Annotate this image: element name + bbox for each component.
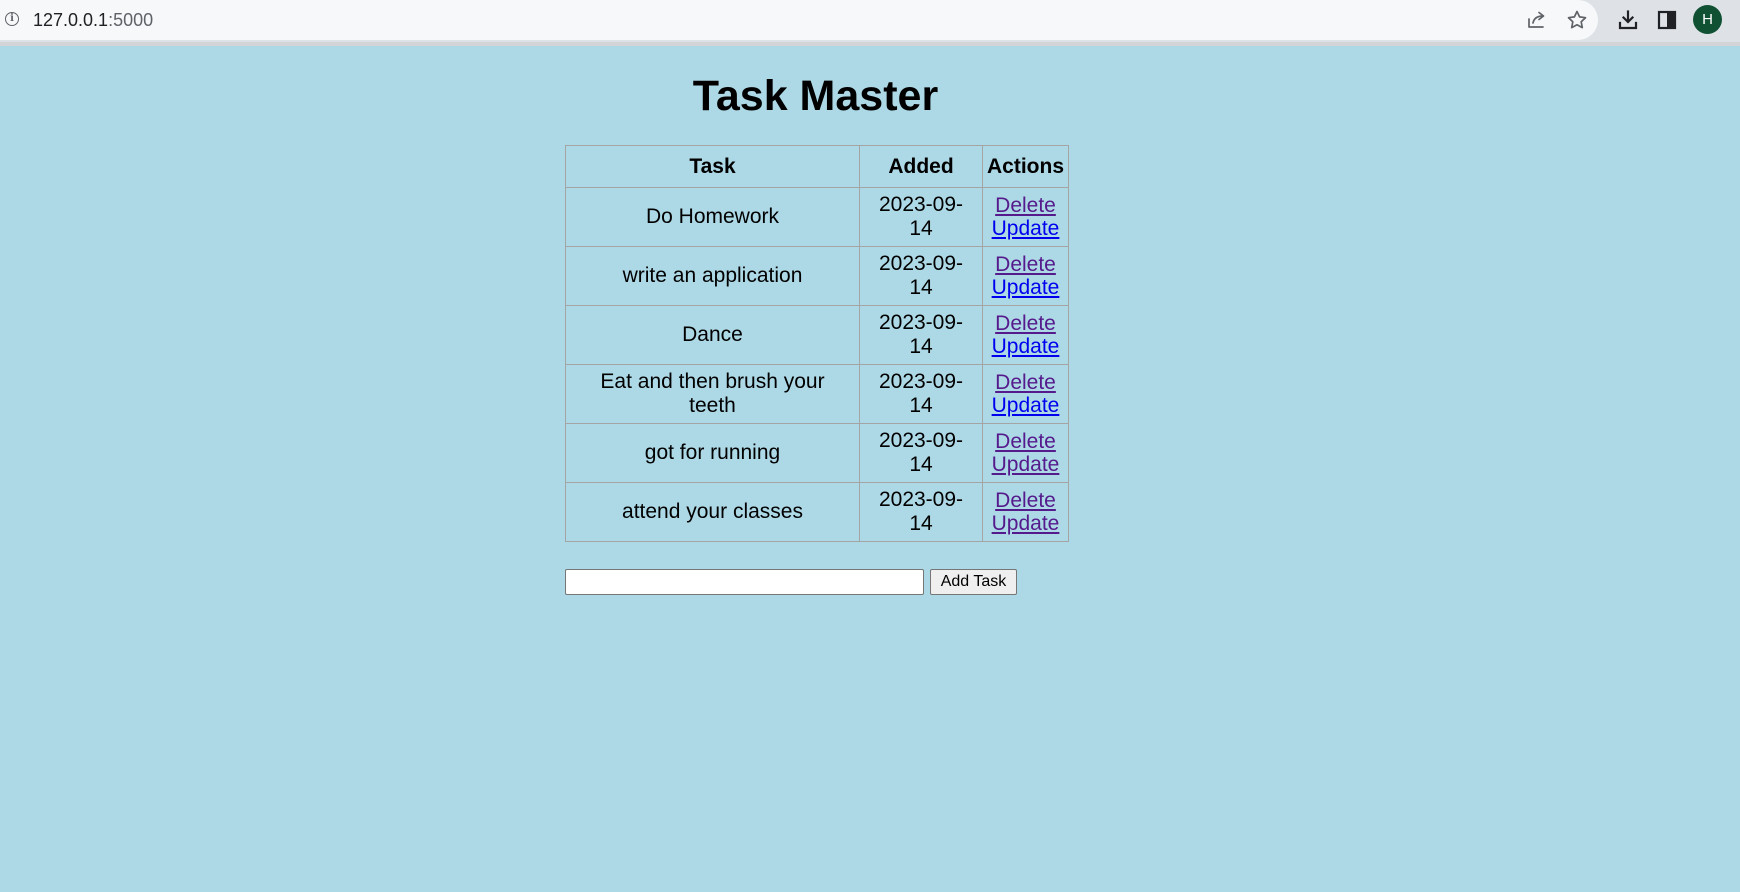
column-header-task: Task [565, 145, 860, 188]
delete-link[interactable]: Delete [987, 312, 1064, 335]
task-content: got for running [565, 423, 860, 483]
share-icon[interactable] [1525, 8, 1549, 32]
table-header-row: Task Added Actions [565, 145, 1070, 188]
task-actions: Delete Update [981, 364, 1070, 424]
toolbar-divider [0, 42, 1740, 46]
task-date-added: 2023-09-14 [859, 482, 983, 542]
profile-avatar[interactable]: H [1693, 5, 1722, 34]
task-actions: Delete Update [981, 305, 1070, 365]
task-date-added: 2023-09-14 [859, 364, 983, 424]
task-date-added: 2023-09-14 [859, 187, 983, 247]
site-info-icon[interactable]: i [5, 12, 19, 26]
task-date-added: 2023-09-14 [859, 305, 983, 365]
address-bar[interactable]: i 127.0.0.1:5000 [0, 0, 1598, 40]
task-actions: Delete Update [981, 187, 1070, 247]
task-content: Eat and then brush your teeth [565, 364, 860, 424]
task-date-added: 2023-09-14 [859, 423, 983, 483]
table-row: Eat and then brush your teeth 2023-09-14… [565, 364, 1070, 424]
column-header-added: Added [859, 145, 983, 188]
update-link[interactable]: Update [987, 394, 1064, 417]
update-link[interactable]: Update [987, 217, 1064, 240]
task-content: Dance [565, 305, 860, 365]
url-port: :5000 [108, 10, 154, 30]
update-link[interactable]: Update [987, 335, 1064, 358]
table-row: attend your classes 2023-09-14 Delete Up… [565, 482, 1070, 542]
url-text[interactable]: 127.0.0.1:5000 [33, 10, 153, 30]
delete-link[interactable]: Delete [987, 194, 1064, 217]
update-link[interactable]: Update [987, 276, 1064, 299]
update-link[interactable]: Update [987, 453, 1064, 476]
task-date-added: 2023-09-14 [859, 246, 983, 306]
column-header-actions: Actions [981, 145, 1070, 188]
download-icon[interactable] [1616, 8, 1640, 32]
page-title: Task Master [692, 72, 939, 120]
table-row: Do Homework 2023-09-14 Delete Update [565, 187, 1070, 247]
add-task-button[interactable]: Add Task [930, 569, 1017, 595]
update-link[interactable]: Update [987, 512, 1064, 535]
url-host: 127.0.0.1 [33, 10, 109, 30]
task-content-input[interactable] [565, 569, 924, 595]
table-row: Dance 2023-09-14 Delete Update [565, 305, 1070, 365]
table-row: write an application 2023-09-14 Delete U… [565, 246, 1070, 306]
task-actions: Delete Update [981, 246, 1070, 306]
task-table: Task Added Actions Do Homework 2023-09-1… [565, 145, 1070, 542]
task-content: Do Homework [565, 187, 860, 247]
browser-toolbar: i 127.0.0.1:5000 H [0, 0, 1740, 46]
delete-link[interactable]: Delete [987, 371, 1064, 394]
star-icon[interactable] [1565, 8, 1589, 32]
task-content: write an application [565, 246, 860, 306]
side-panel-icon[interactable] [1655, 8, 1679, 32]
task-content: attend your classes [565, 482, 860, 542]
delete-link[interactable]: Delete [987, 253, 1064, 276]
delete-link[interactable]: Delete [987, 489, 1064, 512]
delete-link[interactable]: Delete [987, 430, 1064, 453]
task-actions: Delete Update [981, 482, 1070, 542]
table-row: got for running 2023-09-14 Delete Update [565, 423, 1070, 483]
task-actions: Delete Update [981, 423, 1070, 483]
